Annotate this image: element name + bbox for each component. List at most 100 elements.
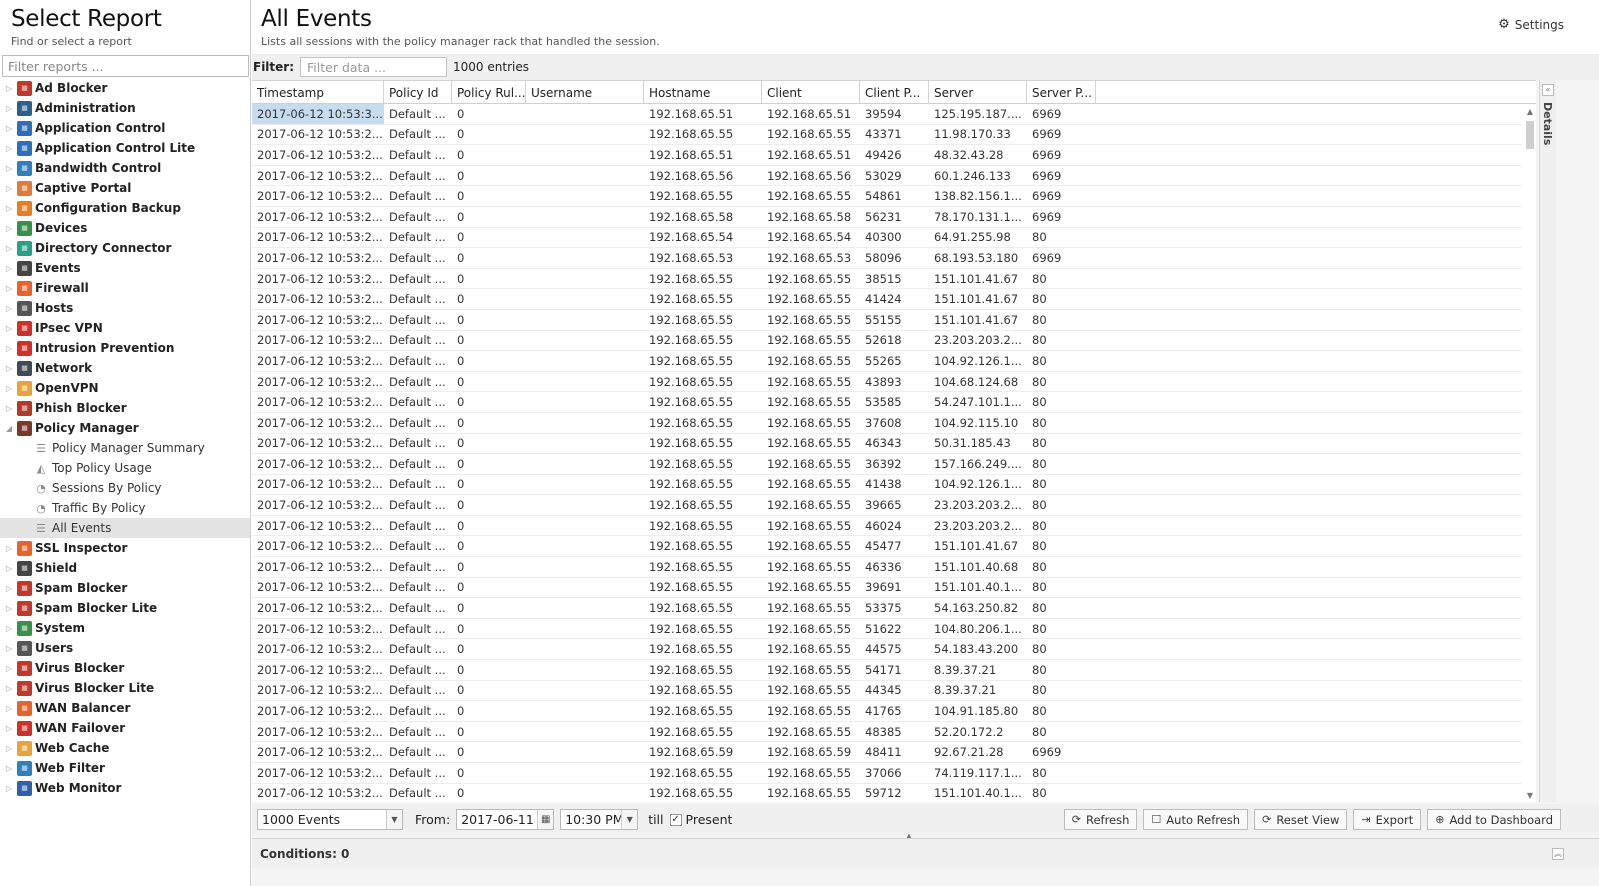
expand-arrow-icon[interactable]: ▷	[5, 643, 13, 653]
table-row[interactable]: 2017-06-12 10:53:2... Default ... 0 192.168…	[252, 619, 1522, 640]
table-row[interactable]: 2017-06-12 10:53:2... Default ... 0 192.168…	[252, 557, 1522, 578]
chevron-down-icon[interactable]: ▼	[621, 810, 638, 829]
report-category-network[interactable]: ▷ ■ Network	[0, 358, 250, 378]
refresh-button[interactable]: ⟳ Refresh	[1063, 809, 1138, 830]
report-category-wan-balancer[interactable]: ▷ ■ WAN Balancer	[0, 698, 250, 718]
report-category-events[interactable]: ▷ ■ Events	[0, 258, 250, 278]
table-row[interactable]: 2017-06-12 10:53:2... Default ... 0 192.168…	[252, 372, 1522, 393]
grid-scrollbar[interactable]: ▲ ▼	[1524, 105, 1536, 802]
chevron-down-icon[interactable]: ▼	[386, 810, 402, 829]
column-header[interactable]: Policy Rul...	[452, 81, 526, 104]
table-row[interactable]: 2017-06-12 10:53:2... Default ... 0 192.168…	[252, 269, 1522, 290]
table-row[interactable]: 2017-06-12 10:53:2... Default ... 0 192.168…	[252, 681, 1522, 702]
table-row[interactable]: 2017-06-12 10:53:2... Default ... 0 192.168…	[252, 434, 1522, 455]
present-checkbox[interactable]: ✓	[669, 813, 682, 826]
report-item-traffic-by-policy[interactable]: ◔ Traffic By Policy	[0, 498, 250, 518]
reset-view-button[interactable]: ⟳ Reset View	[1254, 809, 1348, 830]
collapse-arrow-icon[interactable]: ◢	[5, 423, 13, 433]
expand-arrow-icon[interactable]: ▷	[5, 743, 13, 753]
table-row[interactable]: 2017-06-12 10:53:2... Default ... 0 192.168…	[252, 207, 1522, 228]
report-category-intrusion-prevention[interactable]: ▷ ■ Intrusion Prevention	[0, 338, 250, 358]
report-category-openvpn[interactable]: ▷ ■ OpenVPN	[0, 378, 250, 398]
expand-arrow-icon[interactable]: ▷	[5, 663, 13, 673]
table-row[interactable]: 2017-06-12 10:53:2... Default ... 0 192.168…	[252, 186, 1522, 207]
column-header[interactable]: Timestamp	[252, 81, 384, 104]
auto-refresh-button[interactable]: ☐ Auto Refresh	[1143, 809, 1249, 830]
settings-button[interactable]: ⚙ Settings	[1498, 17, 1564, 32]
table-row[interactable]: 2017-06-12 10:53:2... Default ... 0 192.168…	[252, 413, 1522, 434]
report-category-policy-manager[interactable]: ◢ ■ Policy Manager	[0, 418, 250, 438]
report-category-hosts[interactable]: ▷ ■ Hosts	[0, 298, 250, 318]
expand-arrow-icon[interactable]: ▷	[5, 183, 13, 193]
events-limit-select[interactable]: 1000 Events ▼	[257, 809, 403, 830]
expand-arrow-icon[interactable]: ▷	[5, 83, 13, 93]
expand-arrow-icon[interactable]: ▷	[5, 383, 13, 393]
details-panel[interactable]: « Details	[1539, 80, 1556, 802]
report-item-top-policy-usage[interactable]: ◭ Top Policy Usage	[0, 458, 250, 478]
report-filter-input[interactable]	[2, 55, 249, 77]
table-row[interactable]: 2017-06-12 10:53:2... Default ... 0 192.168…	[252, 392, 1522, 413]
table-row[interactable]: 2017-06-12 10:53:2... Default ... 0 192.168…	[252, 639, 1522, 661]
report-category-wan-failover[interactable]: ▷ ■ WAN Failover	[0, 718, 250, 738]
report-category-web-monitor[interactable]: ▷ ■ Web Monitor	[0, 778, 250, 798]
expand-arrow-icon[interactable]: ▷	[5, 603, 13, 613]
table-row[interactable]: 2017-06-12 10:53:2... Default ... 0 192.168…	[252, 454, 1522, 475]
add-to-dashboard-button[interactable]: ⊕ Add to Dashboard	[1427, 809, 1561, 830]
expand-arrow-icon[interactable]: ▷	[5, 323, 13, 333]
table-row[interactable]: 2017-06-12 10:53:2... Default ... 0 192.168…	[252, 248, 1522, 269]
scroll-down-icon[interactable]: ▼	[1525, 791, 1535, 801]
report-category-virus-blocker-lite[interactable]: ▷ ■ Virus Blocker Lite	[0, 678, 250, 698]
report-item-policy-manager-summary[interactable]: ☰ Policy Manager Summary	[0, 438, 250, 458]
expand-arrow-icon[interactable]: ▷	[5, 403, 13, 413]
table-row[interactable]: 2017-06-12 10:53:2... Default ... 0 192.168…	[252, 722, 1522, 743]
report-category-system[interactable]: ▷ ■ System	[0, 618, 250, 638]
expand-conditions-icon[interactable]: ︽	[1552, 848, 1564, 860]
table-row[interactable]: 2017-06-12 10:53:2... Default ... 0 192.168…	[252, 289, 1522, 310]
collapse-details-icon[interactable]: «	[1542, 84, 1554, 96]
calendar-icon[interactable]: ▦	[537, 810, 554, 829]
export-button[interactable]: ⇥ Export	[1353, 809, 1422, 830]
report-category-directory-connector[interactable]: ▷ ■ Directory Connector	[0, 238, 250, 258]
column-header[interactable]: Username	[526, 81, 644, 104]
expand-arrow-icon[interactable]: ▷	[5, 703, 13, 713]
table-row[interactable]: 2017-06-12 10:53:2... Default ... 0 192.168…	[252, 228, 1522, 249]
table-row[interactable]: 2017-06-12 10:53:2... Default ... 0 192.168…	[252, 351, 1522, 372]
expand-arrow-icon[interactable]: ▷	[5, 223, 13, 233]
expand-arrow-icon[interactable]: ▷	[5, 583, 13, 593]
report-category-phish-blocker[interactable]: ▷ ■ Phish Blocker	[0, 398, 250, 418]
expand-arrow-icon[interactable]: ▷	[5, 203, 13, 213]
expand-arrow-icon[interactable]: ▷	[5, 143, 13, 153]
table-row[interactable]: 2017-06-12 10:53:2... Default ... 0 192.168…	[252, 742, 1522, 763]
report-category-configuration-backup[interactable]: ▷ ■ Configuration Backup	[0, 198, 250, 218]
expand-arrow-icon[interactable]: ▷	[5, 363, 13, 373]
table-row[interactable]: 2017-06-12 10:53:2... Default ... 0 192.168…	[252, 331, 1522, 352]
scroll-thumb[interactable]	[1526, 121, 1534, 149]
expand-arrow-icon[interactable]: ▷	[5, 123, 13, 133]
report-category-devices[interactable]: ▷ ■ Devices	[0, 218, 250, 238]
report-category-administration[interactable]: ▷ ■ Administration	[0, 98, 250, 118]
report-category-ipsec-vpn[interactable]: ▷ ■ IPsec VPN	[0, 318, 250, 338]
column-header[interactable]: Client P...	[860, 81, 929, 104]
expand-arrow-icon[interactable]: ▷	[5, 763, 13, 773]
table-row[interactable]: 2017-06-12 10:53:2... Default ... 0 192.168…	[252, 495, 1522, 516]
from-time-field[interactable]: 10:30 PM ▼	[560, 809, 639, 830]
table-row[interactable]: 2017-06-12 10:53:2... Default ... 0 192.168…	[252, 475, 1522, 496]
report-category-firewall[interactable]: ▷ ■ Firewall	[0, 278, 250, 298]
expand-arrow-icon[interactable]: ▷	[5, 623, 13, 633]
table-row[interactable]: 2017-06-12 10:53:2... Default ... 0 192.168…	[252, 536, 1522, 558]
scroll-up-icon[interactable]: ▲	[1525, 107, 1535, 117]
report-category-captive-portal[interactable]: ▷ ■ Captive Portal	[0, 178, 250, 198]
table-row[interactable]: 2017-06-12 10:53:2... Default ... 0 192.168…	[252, 125, 1522, 146]
expand-arrow-icon[interactable]: ▷	[5, 683, 13, 693]
report-category-shield[interactable]: ▷ ■ Shield	[0, 558, 250, 578]
expand-arrow-icon[interactable]: ▷	[5, 303, 13, 313]
table-row[interactable]: 2017-06-12 10:53:2... Default ... 0 192.168…	[252, 784, 1522, 802]
details-label[interactable]: Details	[1541, 102, 1554, 145]
table-row[interactable]: 2017-06-12 10:53:2... Default ... 0 192.168…	[252, 166, 1522, 187]
report-category-spam-blocker[interactable]: ▷ ■ Spam Blocker	[0, 578, 250, 598]
table-row[interactable]: 2017-06-12 10:53:2... Default ... 0 192.168…	[252, 701, 1522, 722]
expand-arrow-icon[interactable]: ▷	[5, 563, 13, 573]
report-item-all-events[interactable]: ☰ All Events	[0, 518, 250, 538]
expand-arrow-icon[interactable]: ▷	[5, 783, 13, 793]
report-category-application-control[interactable]: ▷ ■ Application Control	[0, 118, 250, 138]
